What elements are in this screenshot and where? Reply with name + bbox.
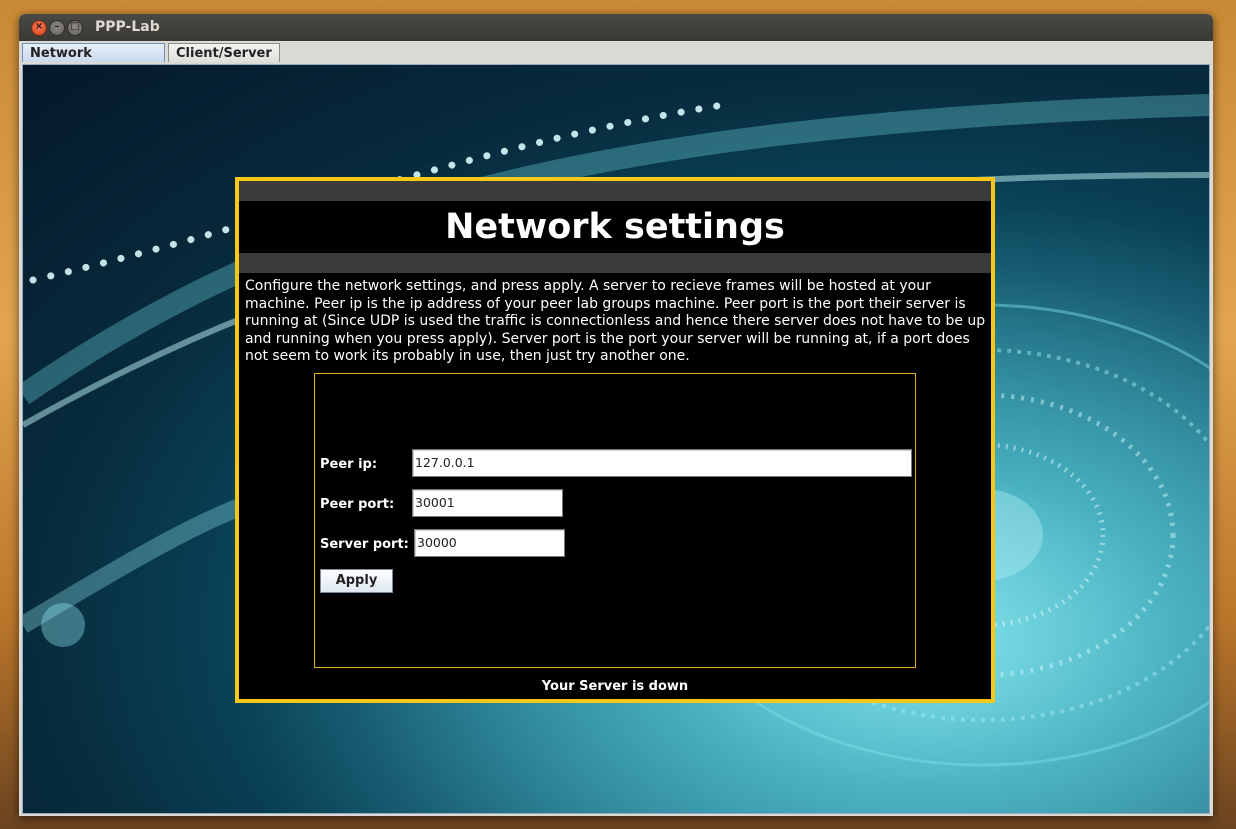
tab-client-server[interactable]: Client/Server bbox=[168, 43, 280, 62]
peer-ip-label: Peer ip: bbox=[320, 457, 378, 472]
close-window-button[interactable]: × bbox=[31, 20, 47, 36]
title-bar: × – □ PPP-Lab bbox=[19, 14, 1213, 41]
peer-port-input[interactable]: 30001 bbox=[412, 489, 563, 517]
minimize-icon: – bbox=[54, 21, 60, 32]
close-icon: × bbox=[34, 21, 44, 32]
panel-description: Configure the network settings, and pres… bbox=[245, 278, 986, 364]
background-content: Network settings Configure the network s… bbox=[22, 64, 1210, 814]
peer-port-label: Peer port: bbox=[320, 497, 395, 512]
server-port-label: Server port: bbox=[320, 537, 409, 552]
peer-ip-input[interactable]: 127.0.0.1 bbox=[412, 449, 912, 477]
window-title: PPP-Lab bbox=[95, 19, 160, 35]
maximize-icon: □ bbox=[70, 21, 80, 32]
panel-title: Network settings bbox=[445, 207, 785, 247]
header-bar-bottom bbox=[239, 253, 991, 273]
server-port-input[interactable]: 30000 bbox=[414, 529, 565, 557]
settings-form: Peer ip: 127.0.0.1 Peer port: 30001 Serv… bbox=[314, 373, 916, 668]
tab-network-settings[interactable]: Network Settings bbox=[22, 43, 165, 80]
app-window: × – □ PPP-Lab Network Settings Client/Se… bbox=[19, 14, 1213, 816]
minimize-window-button[interactable]: – bbox=[49, 20, 65, 36]
header-bar-top bbox=[239, 181, 991, 201]
maximize-window-button[interactable]: □ bbox=[67, 20, 83, 36]
server-status-text: Your Server is down bbox=[541, 679, 689, 694]
apply-button[interactable]: Apply bbox=[320, 569, 393, 593]
network-settings-panel: Network settings Configure the network s… bbox=[235, 177, 995, 703]
